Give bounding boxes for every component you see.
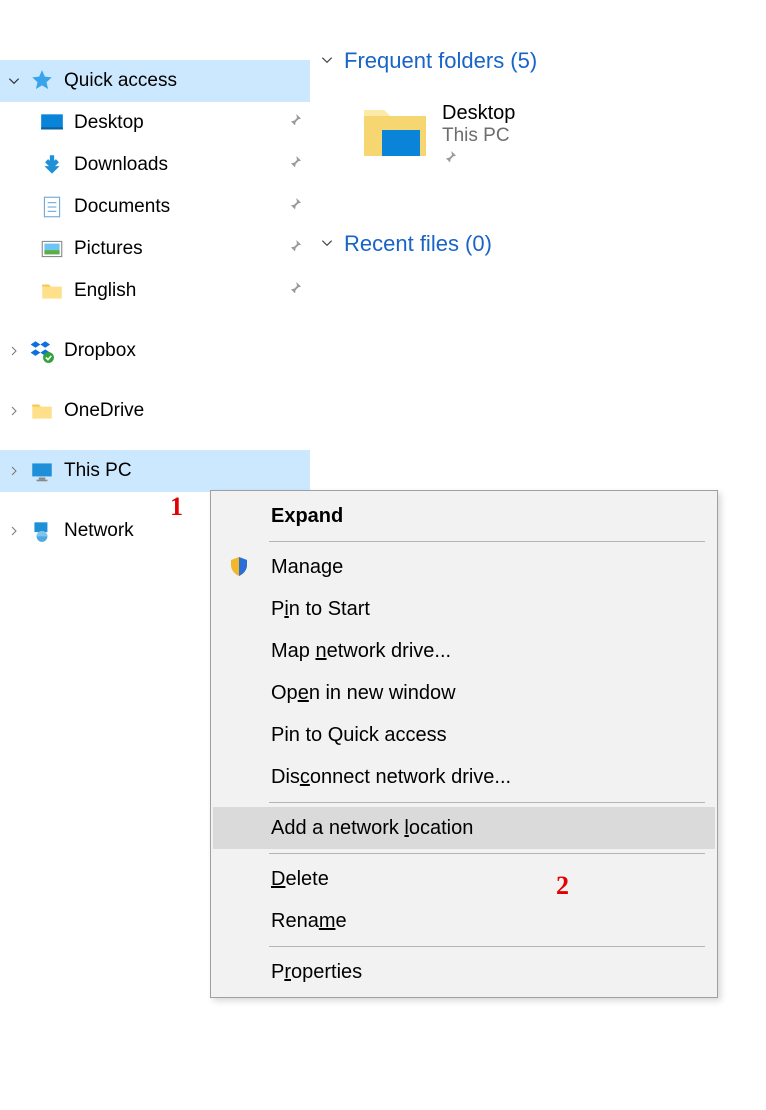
ctx-label: Expand <box>271 505 343 528</box>
ctx-label: Properties <box>271 961 362 984</box>
nav-label: Pictures <box>74 238 280 260</box>
annotation-1: 1 <box>170 492 183 522</box>
star-icon <box>28 67 56 95</box>
nav-item-pictures[interactable]: Pictures <box>0 228 310 270</box>
nav-item-documents[interactable]: Documents <box>0 186 310 228</box>
nav-label: Desktop <box>74 112 280 134</box>
nav-item-english[interactable]: English <box>0 270 310 312</box>
nav-item-downloads[interactable]: Downloads <box>0 144 310 186</box>
folder-icon <box>360 102 430 160</box>
ctx-delete[interactable]: Delete <box>213 858 715 900</box>
tile-subtitle: This PC <box>442 125 515 147</box>
ctx-manage[interactable]: Manage <box>213 546 715 588</box>
network-icon <box>28 517 56 545</box>
nav-label: OneDrive <box>64 400 310 422</box>
content-pane: Frequent folders (5) Desktop This PC <box>310 0 766 552</box>
pin-icon <box>280 196 310 218</box>
pin-icon <box>280 280 310 302</box>
section-title: Frequent folders (5) <box>344 48 537 74</box>
pin-icon <box>442 149 515 171</box>
nav-label: Dropbox <box>64 340 310 362</box>
ctx-open-new-window[interactable]: Open in new window <box>213 672 715 714</box>
nav-quick-access[interactable]: Quick access <box>0 60 310 102</box>
ctx-label: Map network drive... <box>271 640 451 663</box>
ctx-label: Manage <box>271 556 343 579</box>
desktop-icon <box>38 109 66 137</box>
ctx-rename[interactable]: Rename <box>213 900 715 942</box>
chevron-down-icon[interactable] <box>320 53 334 70</box>
menu-separator <box>269 946 705 947</box>
ctx-label: Pin to Start <box>271 598 370 621</box>
pictures-icon <box>38 235 66 263</box>
chevron-right-icon[interactable] <box>4 345 24 357</box>
downloads-icon <box>38 151 66 179</box>
ctx-pin-quick-access[interactable]: Pin to Quick access <box>213 714 715 756</box>
annotation-2: 2 <box>556 871 569 901</box>
dropbox-icon <box>28 337 56 365</box>
ctx-label: Delete <box>271 868 329 891</box>
ctx-map-network-drive[interactable]: Map network drive... <box>213 630 715 672</box>
nav-dropbox[interactable]: Dropbox <box>0 330 310 372</box>
computer-icon <box>28 457 56 485</box>
recent-files-header[interactable]: Recent files (0) <box>320 231 766 257</box>
folder-tile-desktop[interactable]: Desktop This PC <box>320 84 766 201</box>
ctx-disconnect-network-drive[interactable]: Disconnect network drive... <box>213 756 715 798</box>
pin-icon <box>280 154 310 176</box>
menu-separator <box>269 853 705 854</box>
documents-icon <box>38 193 66 221</box>
nav-label: Documents <box>74 196 280 218</box>
ctx-label: Rename <box>271 910 347 933</box>
context-menu: Expand Manage Pin to Start Map network d… <box>210 490 718 998</box>
nav-onedrive[interactable]: OneDrive <box>0 390 310 432</box>
nav-item-desktop[interactable]: Desktop <box>0 102 310 144</box>
ctx-add-network-location[interactable]: Add a network location <box>213 807 715 849</box>
chevron-right-icon[interactable] <box>4 525 24 537</box>
ctx-pin-to-start[interactable]: Pin to Start <box>213 588 715 630</box>
folder-icon <box>38 277 66 305</box>
chevron-down-icon[interactable] <box>320 236 334 253</box>
menu-separator <box>269 541 705 542</box>
section-title: Recent files (0) <box>344 231 492 257</box>
chevron-right-icon[interactable] <box>4 465 24 477</box>
nav-label: English <box>74 280 280 302</box>
pin-icon <box>280 238 310 260</box>
ctx-label: Pin to Quick access <box>271 724 447 747</box>
nav-label: Downloads <box>74 154 280 176</box>
ctx-expand[interactable]: Expand <box>213 495 715 537</box>
shield-icon <box>227 555 271 579</box>
ctx-label: Add a network location <box>271 817 473 840</box>
navigation-pane: Quick access Desktop Downloads Doc <box>0 0 310 552</box>
chevron-right-icon[interactable] <box>4 405 24 417</box>
chevron-down-icon[interactable] <box>4 74 24 88</box>
nav-this-pc[interactable]: This PC <box>0 450 310 492</box>
ctx-label: Open in new window <box>271 682 456 705</box>
ctx-label: Disconnect network drive... <box>271 766 511 789</box>
ctx-properties[interactable]: Properties <box>213 951 715 993</box>
pin-icon <box>280 112 310 134</box>
tile-name: Desktop <box>442 102 515 125</box>
nav-label: Quick access <box>64 70 310 92</box>
frequent-folders-header[interactable]: Frequent folders (5) <box>320 48 766 74</box>
folder-icon <box>28 397 56 425</box>
menu-separator <box>269 802 705 803</box>
nav-label: This PC <box>64 460 310 482</box>
